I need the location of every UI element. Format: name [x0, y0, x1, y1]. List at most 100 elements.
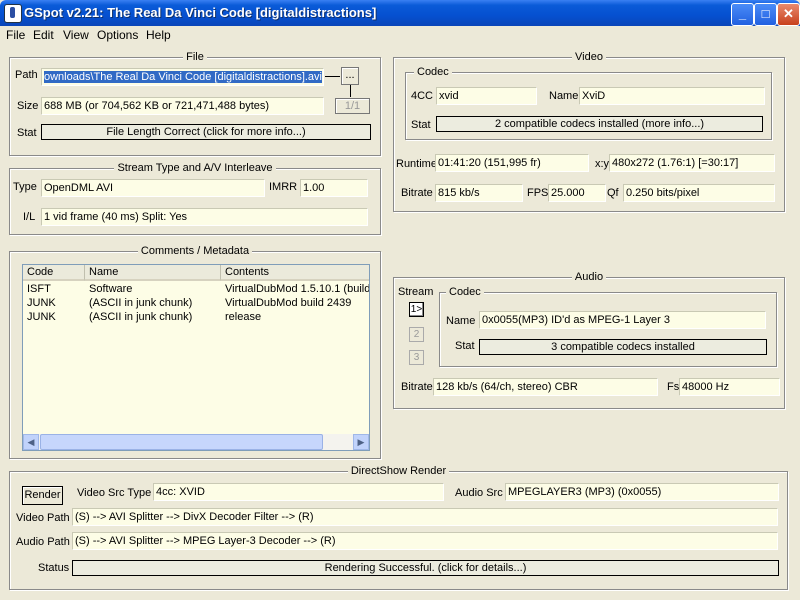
type-label: Type — [13, 181, 37, 193]
horizontal-scrollbar[interactable]: ◀ ▶ — [23, 434, 369, 450]
audio-group-title: Audio — [571, 271, 607, 283]
path-label: Path — [15, 69, 38, 81]
path-field[interactable]: ownloads\The Real Da Vinci Code [digital… — [41, 68, 324, 86]
fourcc-field[interactable]: xvid — [436, 87, 537, 105]
il-field[interactable]: 1 vid frame (40 ms) Split: Yes — [41, 208, 368, 226]
menu-file[interactable]: File — [6, 28, 25, 42]
scroll-left-icon[interactable]: ◀ — [23, 434, 39, 450]
render-status-button[interactable]: Rendering Successful. (click for details… — [72, 560, 779, 576]
metadata-list[interactable]: Code Name Contents ISFT Software Virtual… — [22, 264, 370, 451]
column-name[interactable]: Name — [85, 265, 221, 281]
row-contents: VirtualDubMod 1.5.10.1 (build — [225, 283, 369, 295]
audio-group: Audio Stream 1> 2 3 Codec Name 0x0055(MP… — [393, 271, 785, 409]
video-name-label: Name — [549, 90, 579, 102]
title-bar[interactable]: GSpot v2.21: The Real Da Vinci Code [dig… — [0, 0, 800, 26]
video-group-title: Video — [572, 51, 606, 63]
status-label: Status — [38, 562, 70, 574]
xy-field[interactable]: 480x272 (1.76:1) [=30:17] — [609, 154, 775, 172]
fps-field[interactable]: 25.000 — [548, 184, 606, 202]
row-name: (ASCII in junk chunk) — [89, 311, 193, 323]
path-connector — [325, 76, 340, 77]
scroll-thumb[interactable] — [40, 434, 323, 450]
audio-stat-button[interactable]: 3 compatible codecs installed — [479, 339, 767, 355]
video-src-label: Video Src Type — [77, 487, 152, 499]
column-contents[interactable]: Contents — [221, 265, 369, 281]
imrr-label: IMRR — [269, 181, 298, 193]
comments-group: Comments / Metadata Code Name Contents I… — [9, 245, 381, 459]
fs-label: Fs — [667, 381, 680, 393]
qf-label: Qf — [607, 187, 619, 199]
video-group: Video Codec 4CC xvid Name XviD Stat 2 co… — [393, 51, 785, 212]
video-codec-title: Codec — [414, 66, 452, 78]
audio-src-field[interactable]: MPEGLAYER3 (MP3) (0x0055) — [505, 483, 779, 501]
stat-label: Stat — [17, 127, 37, 139]
runtime-field[interactable]: 01:41:20 (151,995 fr) — [435, 154, 589, 172]
stream-type-group: Stream Type and A/V Interleave Type Open… — [9, 162, 381, 235]
row-code: ISFT — [27, 283, 51, 295]
audio-path-label: Audio Path — [16, 536, 70, 548]
audio-bitrate-field[interactable]: 128 kb/s (64/ch, stereo) CBR — [433, 378, 658, 396]
render-group-title: DirectShow Render — [347, 465, 450, 477]
comments-group-title: Comments / Metadata — [137, 245, 253, 257]
menu-view[interactable]: View — [63, 28, 89, 42]
render-button[interactable]: Render — [22, 486, 63, 505]
menu-edit[interactable]: Edit — [33, 28, 54, 42]
audio-name-field[interactable]: 0x0055(MP3) ID'd as MPEG-1 Layer 3 — [479, 311, 766, 329]
imrr-field[interactable]: 1.00 — [300, 179, 368, 197]
audio-name-label: Name — [446, 315, 476, 327]
fourcc-label: 4CC — [411, 90, 434, 102]
directshow-render-group: DirectShow Render Render Video Src Type … — [9, 465, 788, 590]
row-code: JUNK — [27, 311, 56, 323]
window-title: GSpot v2.21: The Real Da Vinci Code [dig… — [24, 5, 377, 20]
video-bitrate-label: Bitrate — [401, 187, 433, 199]
video-path-label: Video Path — [16, 512, 70, 524]
video-path-field[interactable]: (S) --> AVI Splitter --> DivX Decoder Fi… — [72, 508, 778, 526]
audio-codec-title: Codec — [446, 286, 484, 298]
size-label: Size — [17, 100, 39, 112]
row-contents: release — [225, 311, 262, 323]
minimize-button[interactable]: _ — [731, 3, 754, 26]
audio-src-label: Audio Src — [455, 487, 503, 499]
audio-stat-label: Stat — [455, 340, 475, 352]
video-name-field[interactable]: XviD — [579, 87, 765, 105]
size-field[interactable]: 688 MB (or 704,562 KB or 721,471,488 byt… — [41, 97, 324, 115]
video-codec-group: Codec 4CC xvid Name XviD Stat 2 compatib… — [405, 66, 772, 140]
type-field[interactable]: OpenDML AVI — [41, 179, 265, 197]
audio-stream-1-button[interactable]: 1> — [409, 302, 424, 317]
audio-bitrate-label: Bitrate — [401, 381, 433, 393]
audio-path-field[interactable]: (S) --> AVI Splitter --> MPEG Layer-3 De… — [72, 532, 778, 550]
video-bitrate-field[interactable]: 815 kb/s — [435, 184, 523, 202]
video-stat-button[interactable]: 2 compatible codecs installed (more info… — [436, 116, 763, 132]
stream-label: Stream — [398, 286, 434, 298]
menu-options[interactable]: Options — [97, 28, 138, 42]
file-stat-button[interactable]: File Length Correct (click for more info… — [41, 124, 371, 140]
fs-field[interactable]: 48000 Hz — [679, 378, 780, 396]
browse-connector — [350, 85, 351, 97]
maximize-button[interactable]: □ — [754, 3, 777, 26]
page-indicator[interactable]: 1/1 — [335, 98, 370, 114]
scroll-right-icon[interactable]: ▶ — [353, 434, 369, 450]
gspot-app-icon[interactable] — [4, 4, 22, 23]
row-contents: VirtualDubMod build 2439 — [225, 297, 352, 309]
menu-bar: File Edit View Options Help — [0, 26, 800, 44]
video-src-field[interactable]: 4cc: XVID — [153, 483, 444, 501]
column-code[interactable]: Code — [23, 265, 85, 281]
audio-stream-3-button[interactable]: 3 — [409, 350, 424, 365]
stream-group-title: Stream Type and A/V Interleave — [114, 162, 276, 174]
runtime-label: Runtime — [396, 158, 437, 170]
il-label: I/L — [23, 211, 36, 223]
audio-codec-group: Codec Name 0x0055(MP3) ID'd as MPEG-1 La… — [439, 286, 777, 367]
video-stat-label: Stat — [411, 119, 431, 131]
close-button[interactable]: ✕ — [777, 3, 800, 26]
browse-button[interactable]: ... — [341, 67, 359, 85]
file-group-title: File — [183, 51, 207, 63]
file-group: File Path ownloads\The Real Da Vinci Cod… — [9, 51, 381, 156]
menu-help[interactable]: Help — [146, 28, 171, 42]
row-code: JUNK — [27, 297, 56, 309]
audio-stream-2-button[interactable]: 2 — [409, 327, 424, 342]
fps-label: FPS — [527, 187, 549, 199]
row-name: (ASCII in junk chunk) — [89, 297, 193, 309]
xy-label: x:y — [595, 158, 610, 170]
row-name: Software — [89, 283, 133, 295]
qf-field[interactable]: 0.250 bits/pixel — [623, 184, 775, 202]
